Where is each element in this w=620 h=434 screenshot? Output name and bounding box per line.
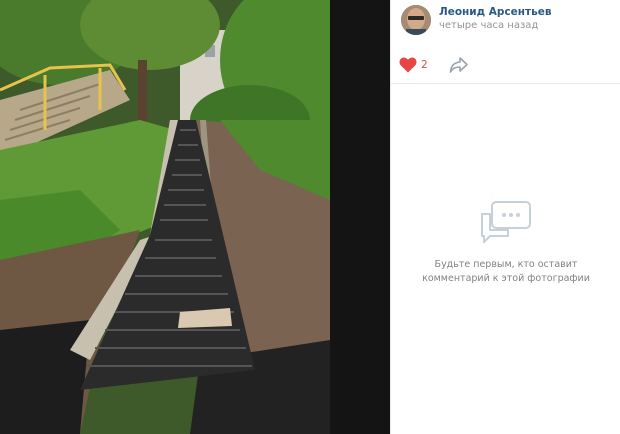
- share-icon: [449, 57, 468, 73]
- share-button[interactable]: [449, 56, 469, 74]
- photo-image: [0, 0, 330, 434]
- likes-count: 2: [421, 59, 428, 71]
- avatar[interactable]: [401, 5, 431, 35]
- post-time[interactable]: четыре часа назад: [439, 20, 538, 31]
- photo-viewer: [0, 0, 390, 434]
- comments-empty-state: Будьте первым, кто оставит комментарий к…: [391, 200, 620, 286]
- viewer-margin: [330, 0, 390, 434]
- author-header: Леонид Арсентьев четыре часа назад: [391, 0, 620, 40]
- info-panel: Леонид Арсентьев четыре часа назад 2 Буд…: [390, 0, 620, 434]
- comments-empty-line-1: Будьте первым, кто оставит: [434, 259, 578, 270]
- photo-actions: 2: [391, 48, 620, 84]
- avatar-image: [401, 5, 431, 35]
- like-button[interactable]: 2: [399, 54, 428, 76]
- comments-empty-text: Будьте первым, кто оставит комментарий к…: [391, 258, 620, 286]
- comments-empty-line-2: комментарий к этой фотографии: [422, 273, 590, 284]
- author-name[interactable]: Леонид Арсентьев: [439, 6, 552, 18]
- comments-icon: [481, 201, 531, 243]
- photo[interactable]: [0, 0, 330, 434]
- heart-icon: [399, 57, 417, 73]
